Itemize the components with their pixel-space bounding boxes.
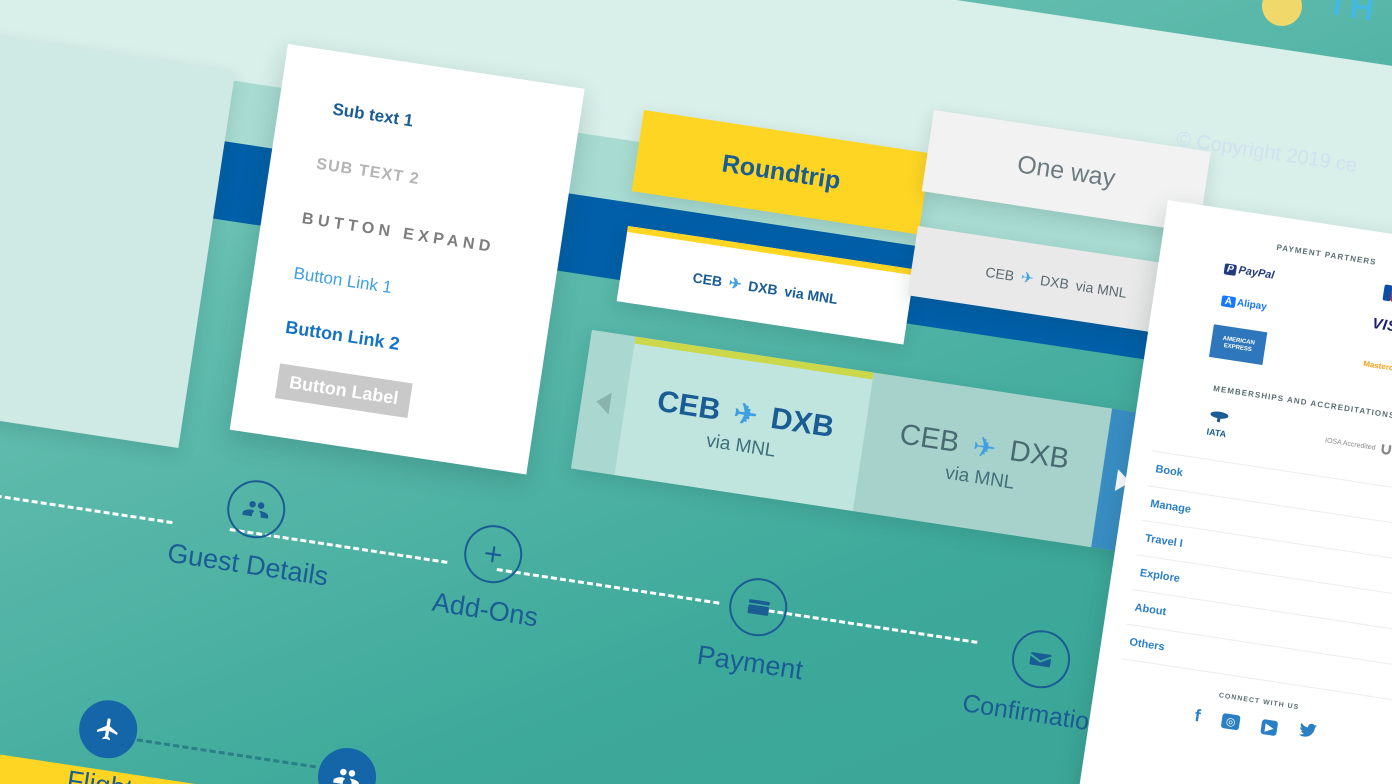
iosa-logo: IOSA Accredited [1324,433,1392,457]
iosa-text: IOSA Accredited [1324,436,1377,452]
footer-nav: Book Manage Travel I Explore About Other… [1120,450,1392,703]
paypal-mark: P [1223,262,1238,276]
route-via: via MNL [783,283,839,308]
button-link-2[interactable]: Button Link 2 [284,317,505,371]
facebook-icon[interactable]: f [1193,706,1201,727]
route-destination: DXB [768,401,837,444]
airplane-icon: ✈ [970,429,999,465]
iata-text: IATA [1205,426,1227,440]
route-via: via MNL [1074,277,1128,301]
youtube-icon[interactable]: ▶ [1260,718,1279,736]
route-origin: CEB [655,384,723,427]
sub-text-2-sample: SUB TEXT 2 [315,155,421,189]
alipay-logo: A Alipay [1221,295,1267,313]
airplane-icon: ✈ [1019,269,1035,288]
button-label[interactable]: Button Label [274,363,413,419]
visa-logo: VISA [1371,315,1392,338]
route-summary: CEB ✈ DXB via MNL [692,268,839,308]
payment-partners-grid: P PayPal A Alipay VISA AMERICAN EXPRESS … [1167,254,1392,394]
paypal-text: PayPal [1237,264,1276,282]
route-destination: DXB [1039,272,1071,293]
design-system-showcase: TH © Copyright 2019 ce Heading 1 Heading… [0,0,1392,784]
button-link-1[interactable]: Button Link 1 [292,264,513,317]
airplane-icon: ✈ [727,274,743,294]
alipay-mark: A [1221,295,1236,309]
alipay-text: Alipay [1236,297,1268,313]
tab-one-way-label: One way [1015,149,1118,193]
tab-roundtrip-label: Roundtrip [720,148,843,195]
instagram-icon[interactable]: ◎ [1221,712,1241,731]
buttons-card: Sub text 1 SUB TEXT 2 BUTTON EXPAND Butt… [229,44,585,475]
iata-logo: IATA [1203,408,1233,440]
route-origin: CEB [897,417,962,459]
sub-text-1-sample: Sub text 1 [331,99,415,131]
paypal-logo: P PayPal [1223,262,1276,282]
amex-logo: AMERICAN EXPRESS [1208,324,1268,366]
route-summary: CEB ✈ DXB via MNL [984,263,1128,302]
route-destination: DXB [1007,434,1072,476]
chevron-left-icon [594,390,612,415]
route-destination: DXB [747,277,779,299]
route-origin: CEB [984,263,1016,284]
mastercard-logo: Mastercard [1363,359,1392,375]
route-origin: CEB [691,269,724,290]
jcb-logo [1382,284,1392,303]
mastercard-text: Mastercard [1362,358,1392,375]
airplane-icon: ✈ [731,397,760,432]
twitter-icon[interactable] [1298,722,1318,744]
button-expand[interactable]: BUTTON EXPAND [301,210,521,261]
